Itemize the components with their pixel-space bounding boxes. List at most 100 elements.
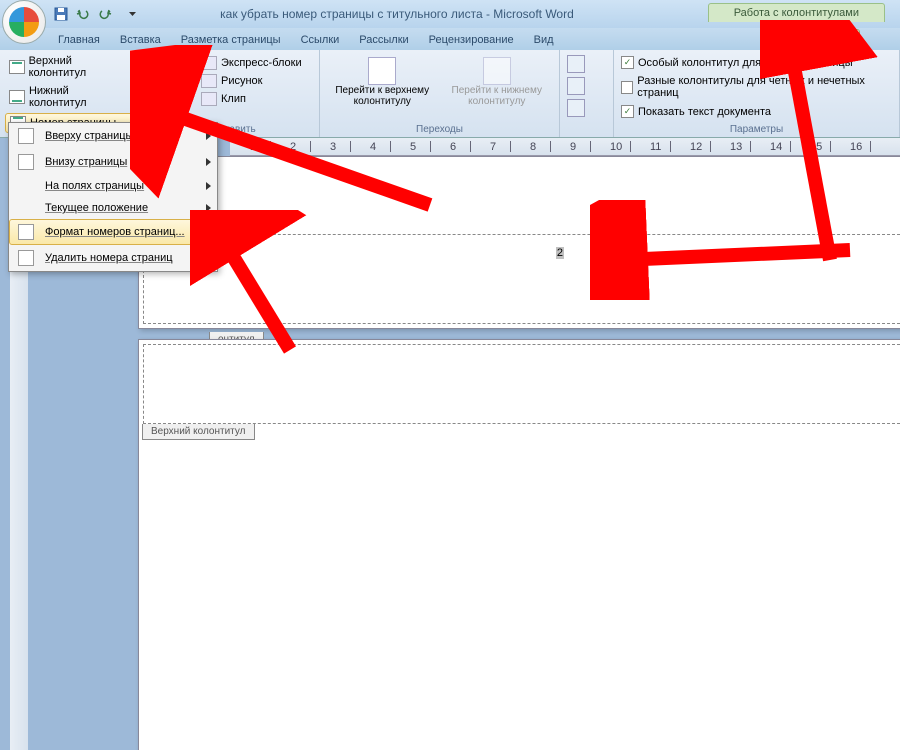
page-2[interactable]: Верхний колонтитул xyxy=(138,339,900,750)
tab-insert[interactable]: Вставка xyxy=(110,30,171,50)
clip-icon xyxy=(201,92,217,106)
ribbon-tabs: Главная Вставка Разметка страницы Ссылки… xyxy=(0,28,900,50)
option-icon[interactable] xyxy=(567,99,585,117)
menu-label: Текущее положение xyxy=(45,202,198,214)
ruler-number: 10 xyxy=(610,141,622,153)
clip-button[interactable]: Клип xyxy=(199,91,304,107)
calendar-icon xyxy=(164,55,188,83)
menu-label: Внизу страницы xyxy=(45,156,198,168)
group-options xyxy=(560,50,614,137)
checkbox-icon: ✓ xyxy=(621,105,634,118)
ruler-number: 16 xyxy=(850,141,862,153)
document-title: как убрать номер страницы с титульного л… xyxy=(220,7,574,21)
ruler-number: 3 xyxy=(330,141,336,153)
checkbox-first-page[interactable]: ✓ Особый колонтитул для первой страницы xyxy=(619,53,894,72)
ruler-number: 4 xyxy=(370,141,376,153)
goto-header-icon xyxy=(368,57,396,85)
group-parameters: ✓ Особый колонтитул для первой страницы … xyxy=(614,50,900,137)
header-tab-label: Верхний колонтитул xyxy=(142,424,255,440)
clip-label: Клип xyxy=(221,93,246,105)
menu-top-of-page[interactable]: Вверху страницы xyxy=(9,123,217,149)
date-time-button[interactable]: Дата и xyxy=(155,53,197,122)
menu-label: Вверху страницы xyxy=(45,130,198,142)
horizontal-ruler[interactable]: 12345678910111213141516 xyxy=(230,138,900,156)
save-icon[interactable] xyxy=(52,5,70,23)
chevron-down-icon xyxy=(133,95,140,99)
group-navigation: Перейти к верхнему колонтитулу Перейти к… xyxy=(320,50,560,137)
page-top-icon xyxy=(18,128,34,144)
header-button[interactable]: Верхний колонтитул xyxy=(5,53,144,81)
chevron-right-icon xyxy=(206,204,211,212)
tab-view[interactable]: Вид xyxy=(524,30,564,50)
picture-icon xyxy=(201,74,217,88)
chevron-right-icon xyxy=(206,182,211,190)
header-label: Верхний колонтитул xyxy=(29,55,130,79)
express-label: Экспресс-блоки xyxy=(221,57,302,69)
quick-access-toolbar xyxy=(52,5,136,23)
contextual-tab-header-footer: Работа с колонтитулами xyxy=(708,3,885,22)
checkbox-show-text[interactable]: ✓ Показать текст документа xyxy=(619,102,894,121)
tab-layout[interactable]: Разметка страницы xyxy=(171,30,291,50)
checkbox-icon: ✓ xyxy=(621,56,634,69)
header-icon xyxy=(9,60,25,74)
chevron-right-icon xyxy=(206,132,211,140)
title-bar: как убрать номер страницы с титульного л… xyxy=(0,0,900,28)
show-text-label: Показать текст документа xyxy=(638,106,771,118)
tab-home[interactable]: Главная xyxy=(48,30,110,50)
office-button[interactable] xyxy=(2,0,46,44)
undo-icon[interactable] xyxy=(74,5,92,23)
tab-review[interactable]: Рецензирование xyxy=(419,30,524,50)
page-number-field[interactable]: 2 xyxy=(556,247,564,259)
ruler-number: 1 xyxy=(250,141,256,153)
option-icon[interactable] xyxy=(567,55,585,73)
ruler-number: 8 xyxy=(530,141,536,153)
group-label-params: Параметры xyxy=(619,122,894,137)
menu-label: На полях страницы xyxy=(45,180,198,192)
group-label-nav: Переходы xyxy=(325,122,554,137)
footer-icon xyxy=(9,90,25,104)
chevron-down-icon xyxy=(133,65,140,69)
page-number-dropdown: Вверху страницы Внизу страницы На полях … xyxy=(8,122,218,272)
page-bottom-icon xyxy=(18,154,34,170)
first-page-label: Особый колонтитул для первой страницы xyxy=(638,57,853,69)
footer-button[interactable]: Нижний колонтитул xyxy=(5,83,144,111)
tab-designer[interactable]: Конструктор xyxy=(775,29,860,50)
header-region[interactable] xyxy=(143,344,900,424)
tab-mailings[interactable]: Рассылки xyxy=(349,30,418,50)
chevron-right-icon xyxy=(206,158,211,166)
goto-header-button[interactable]: Перейти к верхнему колонтитулу xyxy=(325,53,440,122)
tab-references[interactable]: Ссылки xyxy=(291,30,350,50)
option-icon[interactable] xyxy=(567,77,585,95)
blocks-icon xyxy=(201,56,217,70)
menu-page-margins[interactable]: На полях страницы xyxy=(9,175,217,197)
checkbox-icon xyxy=(621,81,633,94)
ruler-number: 9 xyxy=(570,141,576,153)
picture-button[interactable]: Рисунок xyxy=(199,73,304,89)
footer-region[interactable]: 2 xyxy=(143,234,900,324)
checkbox-odd-even[interactable]: Разные колонтитулы для четных и нечетных… xyxy=(619,72,894,102)
remove-icon xyxy=(18,250,34,266)
ruler-number: 2 xyxy=(290,141,296,153)
ruler-number: 6 xyxy=(450,141,456,153)
ruler-number: 14 xyxy=(770,141,782,153)
goto-footer-label: Перейти к нижнему колонтитулу xyxy=(444,85,551,107)
ruler-number: 15 xyxy=(810,141,822,153)
ruler-number: 12 xyxy=(690,141,702,153)
ruler-number: 5 xyxy=(410,141,416,153)
menu-format-page-numbers[interactable]: Формат номеров страниц... xyxy=(9,219,217,245)
menu-current-position[interactable]: Текущее положение xyxy=(9,197,217,219)
page-1[interactable]: 2 онтитул xyxy=(138,156,900,329)
express-blocks-button[interactable]: Экспресс-блоки xyxy=(199,55,304,71)
goto-footer-button[interactable]: Перейти к нижнему колонтитулу xyxy=(440,53,555,122)
footer-label: Нижний колонтитул xyxy=(29,85,129,109)
picture-label: Рисунок xyxy=(221,75,263,87)
ruler-number: 7 xyxy=(490,141,496,153)
menu-bottom-of-page[interactable]: Внизу страницы xyxy=(9,149,217,175)
odd-even-label: Разные колонтитулы для четных и нечетных… xyxy=(637,75,892,99)
date-label: Дата и xyxy=(161,83,192,94)
menu-remove-page-numbers[interactable]: Удалить номера страниц xyxy=(9,245,217,271)
format-icon xyxy=(18,224,34,240)
redo-icon[interactable] xyxy=(96,5,114,23)
qat-dropdown-icon[interactable] xyxy=(118,5,136,23)
ruler-number: 11 xyxy=(650,141,661,153)
